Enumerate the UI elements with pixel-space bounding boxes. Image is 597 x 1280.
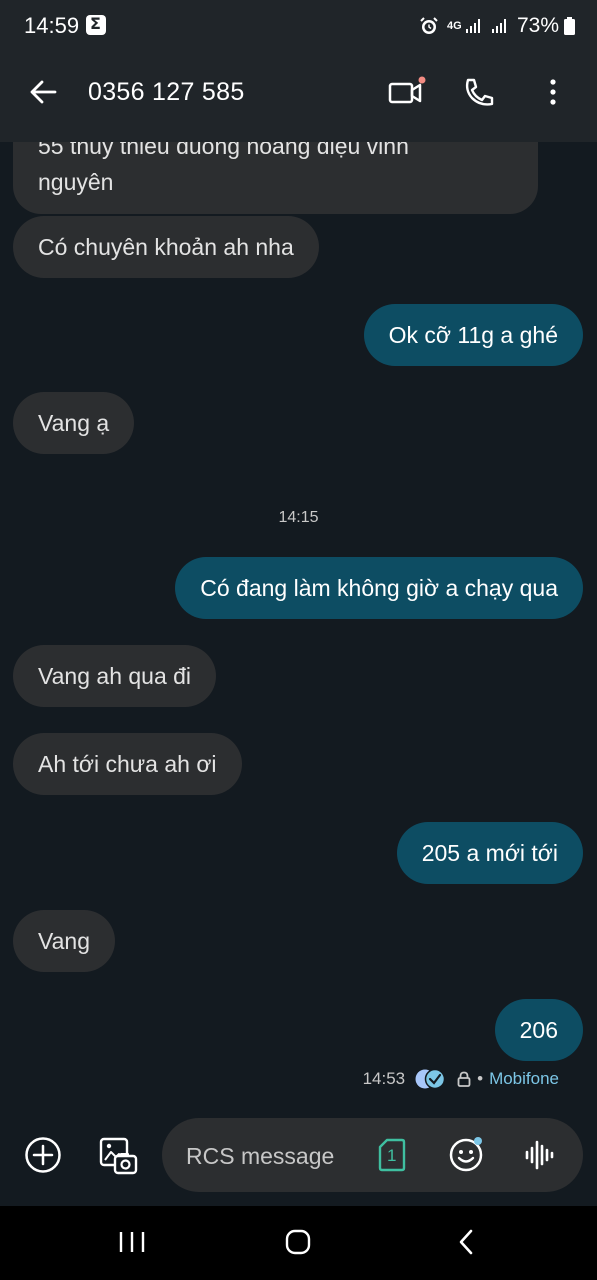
message-text-line: 55 thuy thieu duong hoang diệu vinh: [38, 142, 409, 159]
message-outgoing[interactable]: 206: [494, 999, 583, 1061]
carrier-label: Mobifone: [489, 1069, 559, 1088]
read-receipt-icon: [415, 1068, 446, 1090]
nav-back-icon[interactable]: [456, 1228, 476, 1256]
message-list[interactable]: 55 thuy thieu duong hoang diệu vinh nguy…: [0, 142, 597, 1102]
message-outgoing[interactable]: 205 a mới tới: [396, 822, 583, 884]
message-incoming[interactable]: Có chuyên khoản ah nha: [13, 216, 319, 278]
message-outgoing[interactable]: Ok cỡ 11g a ghé: [363, 304, 583, 366]
contact-title[interactable]: 0356 127 585: [88, 78, 245, 107]
timestamp-divider: 14:15: [278, 509, 319, 526]
battery-icon: [564, 17, 575, 35]
phone-call-icon[interactable]: [462, 76, 496, 108]
add-attachment-icon[interactable]: [24, 1136, 62, 1174]
sim-label: 1: [387, 1146, 397, 1165]
sim-selector-icon[interactable]: 1: [378, 1138, 406, 1172]
network-type-label: 4G: [446, 20, 462, 32]
separator-dot: •: [477, 1069, 484, 1088]
gallery-camera-icon[interactable]: [98, 1136, 138, 1176]
message-status-row: 14:53 • Mobifone: [363, 1068, 559, 1090]
status-bar: 14:59 4G 73%: [0, 0, 597, 52]
lock-icon: [457, 1071, 471, 1087]
message-input[interactable]: [186, 1140, 366, 1172]
battery-percentage: 73%: [516, 14, 559, 37]
message-incoming[interactable]: Ah tới chưa ah ơi: [13, 733, 242, 795]
alarm-icon: [420, 17, 438, 34]
video-call-icon[interactable]: [386, 76, 426, 108]
message-time: 14:53: [362, 1069, 406, 1088]
signal-icon-sim1: [465, 19, 480, 33]
more-options-icon[interactable]: [542, 77, 564, 107]
signal-icon-sim2: [491, 19, 506, 33]
message-text-line: nguyên: [38, 169, 114, 195]
home-icon[interactable]: [284, 1228, 312, 1256]
voice-message-icon[interactable]: [524, 1138, 556, 1172]
notification-app-icon: [86, 14, 106, 35]
message-outgoing[interactable]: Có đang làm không giờ a chạy qua: [175, 557, 583, 619]
emoji-icon[interactable]: [448, 1136, 484, 1172]
status-time: 14:59: [24, 13, 80, 38]
message-incoming[interactable]: Vang: [13, 910, 116, 972]
recent-apps-icon[interactable]: [118, 1230, 146, 1254]
message-incoming[interactable]: Vang ạ: [13, 392, 135, 454]
message-incoming[interactable]: 55 thuy thieu duong hoang diệu vinh nguy…: [13, 142, 538, 214]
status-indicators: 4G 73%: [419, 13, 575, 39]
back-arrow-icon[interactable]: [28, 77, 58, 107]
message-incoming[interactable]: Vang ah qua đi: [13, 645, 217, 707]
